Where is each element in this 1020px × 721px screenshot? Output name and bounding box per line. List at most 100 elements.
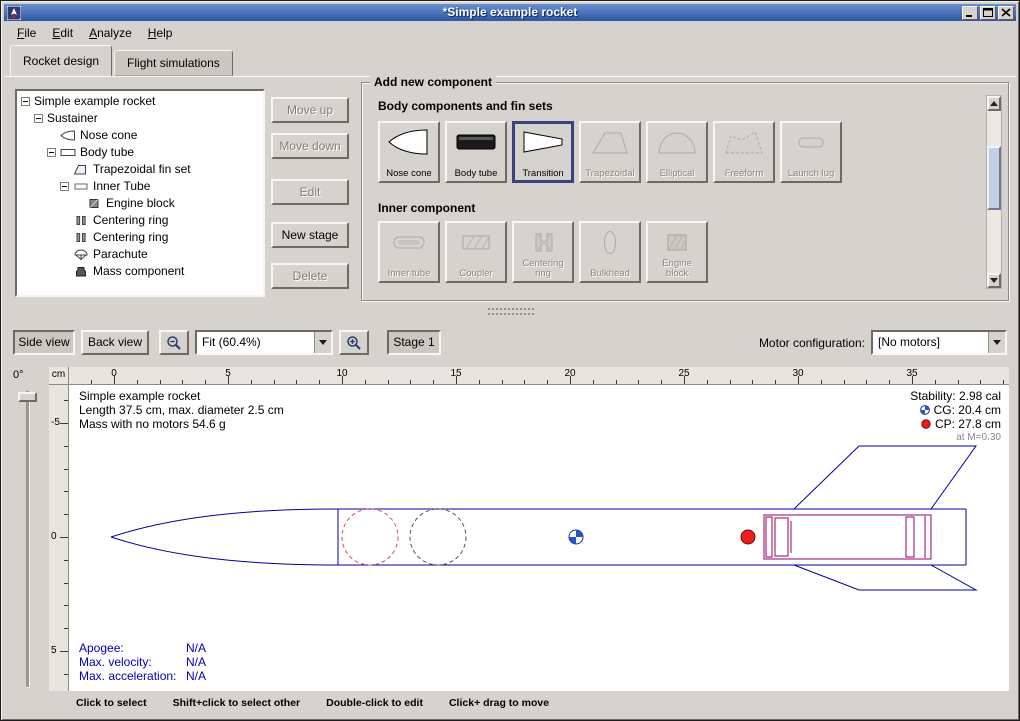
nose-cone-outline xyxy=(111,509,338,565)
app-window: *Simple example rocket FileEditAnalyzeHe… xyxy=(0,0,1020,721)
menu-analyze[interactable]: Analyze xyxy=(81,23,140,43)
bulkhead-large-icon xyxy=(588,227,632,257)
tree-item-label: Engine block xyxy=(106,195,175,212)
side-view-button[interactable]: Side view xyxy=(13,330,75,355)
back-view-button[interactable]: Back view xyxy=(81,330,149,355)
splitter-handle[interactable] xyxy=(488,308,534,315)
ruler-label-0: 0 xyxy=(111,368,117,379)
bottom-fin-outline xyxy=(794,565,976,590)
scroll-up-icon[interactable] xyxy=(987,96,1001,111)
centering-ring-large-icon xyxy=(521,227,565,257)
tree-item-body-tube[interactable]: Body tube xyxy=(17,144,263,161)
rear-centering-ring-outline xyxy=(906,517,914,557)
tree-item-parachute[interactable]: Parachute xyxy=(17,246,263,263)
top-fin-outline xyxy=(794,446,976,509)
fin-set-icon xyxy=(73,164,90,176)
minimize-icon[interactable] xyxy=(962,6,978,20)
tree-item-label: Mass component xyxy=(93,263,184,280)
body-component-buttons: Nose coneBody tubeTransitionTrapezoidalE… xyxy=(378,121,842,183)
tree-expander-icon[interactable] xyxy=(47,148,56,157)
engine-block-icon xyxy=(86,198,103,210)
tree-item-label: Body tube xyxy=(80,144,134,161)
tree-item-label: Simple example rocket xyxy=(34,93,155,110)
add-body-tube-button[interactable]: Body tube xyxy=(445,121,507,183)
add-trapezoidal-button: Trapezoidal xyxy=(579,121,641,183)
tree-item-centering-ring[interactable]: Centering ring xyxy=(17,212,263,229)
titlebar: *Simple example rocket xyxy=(4,4,1016,21)
rocket-name: Simple example rocket xyxy=(79,389,284,403)
zoom-out-button[interactable] xyxy=(159,330,189,355)
ruler-label--5: -5 xyxy=(51,417,60,428)
tree-item-label: Inner Tube xyxy=(93,178,150,195)
add-transition-button[interactable]: Transition xyxy=(512,121,574,183)
front-centering-ring-outline xyxy=(766,517,772,557)
body-tube-large-icon xyxy=(454,127,498,157)
tree-item-engine-block[interactable]: Engine block xyxy=(17,195,263,212)
nose-cone-icon xyxy=(60,130,77,142)
zoom-in-button[interactable] xyxy=(339,330,369,355)
menubar: FileEditAnalyzeHelp xyxy=(4,21,1016,45)
rotation-slider-handle[interactable] xyxy=(18,392,37,402)
ruler-label-15: 15 xyxy=(450,368,461,379)
launch-lug-large-icon xyxy=(789,127,833,157)
add-launch-lug-button: Launch lug xyxy=(780,121,842,183)
tree-item-inner-tube[interactable]: Inner Tube xyxy=(17,178,263,195)
rotation-angle-label: 0° xyxy=(13,369,24,381)
cp-value: CP: 27.8 cm xyxy=(935,417,1001,431)
inner-tube-icon xyxy=(73,181,90,193)
ruler-unit-label: cm xyxy=(49,367,69,385)
stage-1-toggle[interactable]: Stage 1 xyxy=(387,330,441,355)
mass-component-outline xyxy=(410,509,466,565)
menu-file[interactable]: File xyxy=(9,23,44,43)
close-icon[interactable] xyxy=(998,6,1014,20)
trapezoidal-fin-large-icon xyxy=(588,127,632,157)
ruler-label-25: 25 xyxy=(678,368,689,379)
engine-block-large-icon xyxy=(655,227,699,257)
add-bulkhead-button: Bulkhead xyxy=(579,221,641,283)
rocket-canvas[interactable]: Simple example rocket Length 37.5 cm, ma… xyxy=(69,385,1009,691)
add-component-panel: Add new component Body components and fi… xyxy=(361,82,1009,301)
menu-edit[interactable]: Edit xyxy=(44,23,81,43)
scrollbar-thumb[interactable] xyxy=(987,146,1001,210)
inner-component-buttons: Inner tubeCouplerCentering ringBulkheadE… xyxy=(378,221,708,283)
zoom-level-select[interactable]: Fit (60.4%) xyxy=(195,330,333,355)
add-nose-cone-button[interactable]: Nose cone xyxy=(378,121,440,183)
ruler-label-30: 30 xyxy=(792,368,803,379)
add-component-title: Add new component xyxy=(370,75,496,89)
cp-icon xyxy=(921,419,931,429)
tree-item-simple-example-rocket[interactable]: Simple example rocket xyxy=(17,93,263,110)
parachute-icon xyxy=(73,249,90,261)
chevron-down-icon[interactable] xyxy=(988,332,1005,353)
ruler-label-5: 5 xyxy=(51,645,57,656)
hint-shift-click-to-select-other: Shift+click to select other xyxy=(173,697,301,709)
tree-expander-icon[interactable] xyxy=(60,182,69,191)
rocket-info: Simple example rocket Length 37.5 cm, ma… xyxy=(79,389,284,431)
component-scrollbar[interactable] xyxy=(986,95,1002,289)
body-tube-icon xyxy=(60,147,77,159)
centering-ring-icon xyxy=(73,232,90,244)
ruler-label-20: 20 xyxy=(564,368,575,379)
component-tree: Simple example rocketSustainerNose coneB… xyxy=(15,89,265,297)
new-stage-button[interactable]: New stage xyxy=(271,222,349,248)
tree-item-trapezoidal-fin-set[interactable]: Trapezoidal fin set xyxy=(17,161,263,178)
tab-flight-simulations[interactable]: Flight simulations xyxy=(114,50,233,76)
chevron-down-icon[interactable] xyxy=(314,332,331,353)
coupler-large-icon xyxy=(454,227,498,257)
window-title: *Simple example rocket xyxy=(4,4,1016,21)
tree-item-nose-cone[interactable]: Nose cone xyxy=(17,127,263,144)
tree-item-mass-component[interactable]: Mass component xyxy=(17,263,263,280)
tab-rocket-design[interactable]: Rocket design xyxy=(10,45,112,76)
tree-item-label: Sustainer xyxy=(47,110,98,127)
rotation-slider-track[interactable] xyxy=(26,391,29,687)
menu-help[interactable]: Help xyxy=(140,23,181,43)
inner-tube-large-icon xyxy=(387,227,431,257)
tree-item-sustainer[interactable]: Sustainer xyxy=(17,110,263,127)
tree-expander-icon[interactable] xyxy=(34,114,43,123)
maximize-icon[interactable] xyxy=(980,6,996,20)
add-inner-tube-button: Inner tube xyxy=(378,221,440,283)
scroll-down-icon[interactable] xyxy=(987,273,1001,288)
tree-item-centering-ring[interactable]: Centering ring xyxy=(17,229,263,246)
motor-configuration-select[interactable]: [No motors] xyxy=(871,330,1007,355)
tree-item-label: Trapezoidal fin set xyxy=(93,161,191,178)
tree-expander-icon[interactable] xyxy=(21,97,30,106)
